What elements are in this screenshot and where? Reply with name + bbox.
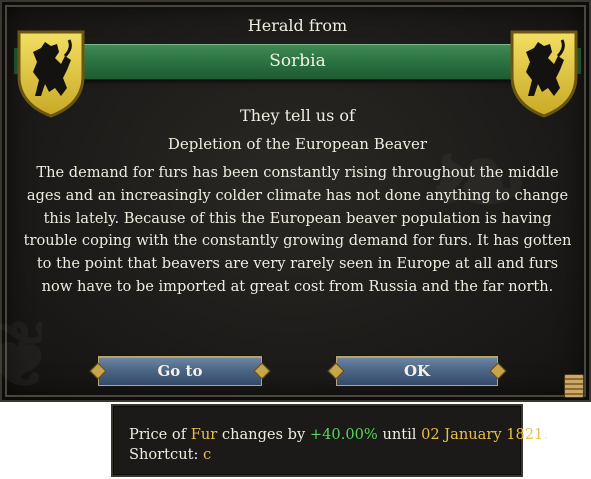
event-dialog: ❧ ❦ Herald from Sorbia [0, 0, 591, 402]
shortcut-key: c [203, 446, 212, 463]
background-watermark-left: ❦ [0, 302, 42, 392]
event-description: The demand for furs has been constantly … [23, 164, 572, 295]
country-banner: Sorbia [30, 44, 565, 80]
scroll-icon[interactable] [564, 374, 584, 398]
country-name: Sorbia [269, 51, 326, 71]
period: . [543, 426, 548, 443]
go-to-button[interactable]: Go to [98, 356, 262, 386]
end-date: 02 January 1821 [421, 426, 544, 443]
event-intro: They tell us of [240, 106, 355, 125]
until-text: until [382, 426, 417, 443]
effect-tooltip: Price of Fur changes by +40.00% until 02… [111, 404, 548, 477]
shortcut-label: Shortcut: [129, 446, 199, 463]
trade-good: Fur [190, 426, 218, 443]
price-change-line: Price of Fur changes by +40.00% until 02… [129, 426, 548, 443]
herald-label: Herald from [247, 16, 348, 35]
event-title: Depletion of the European Beaver [167, 135, 428, 153]
price-prefix: Price of [129, 426, 187, 443]
shortcut-line: Shortcut: c [129, 446, 211, 463]
ok-button[interactable]: OK [336, 356, 498, 386]
changes-by-text: changes by [221, 426, 306, 443]
price-change-value: +40.00% [309, 426, 378, 443]
